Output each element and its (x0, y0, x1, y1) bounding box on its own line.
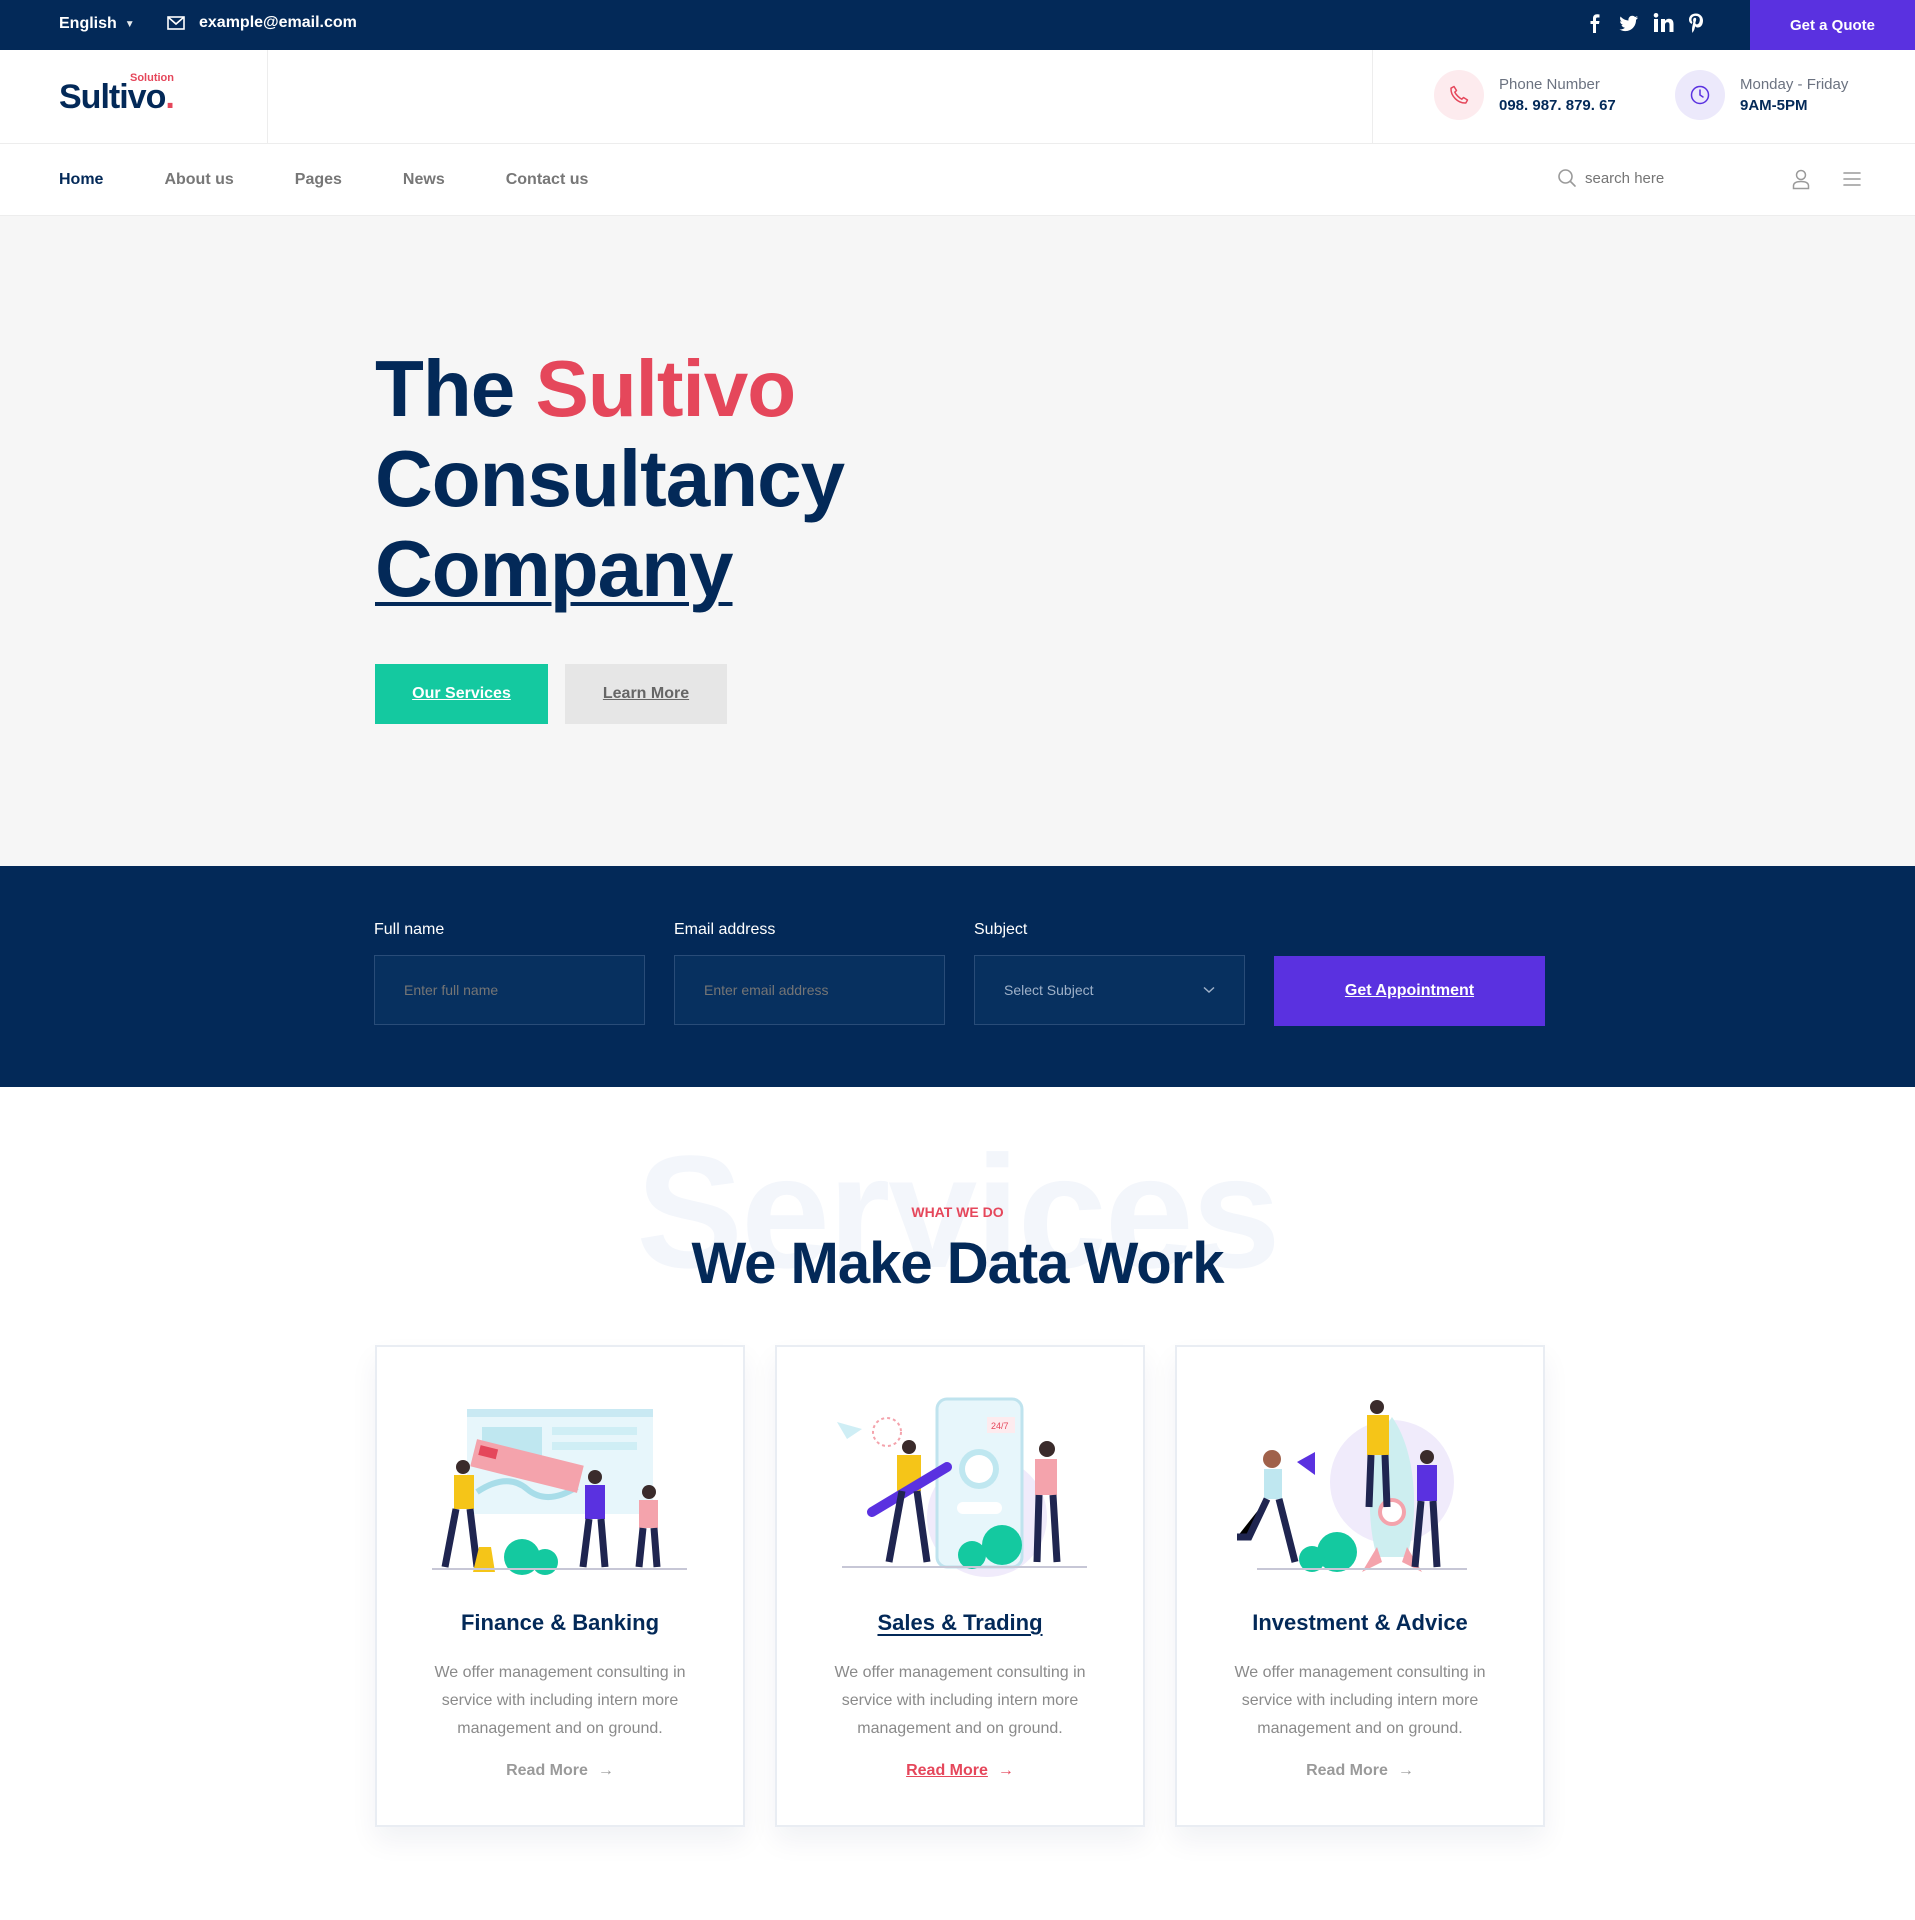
full-name-box (374, 955, 645, 1025)
service-card-text: We offer management consulting in servic… (1234, 1664, 1486, 1737)
our-services-button[interactable]: Our Services (375, 664, 548, 724)
sales-illustration: 24/7 (837, 1397, 1087, 1577)
hours-contact: Monday - Friday 9AM-5PM (1675, 70, 1848, 120)
user-icon[interactable] (1791, 168, 1811, 190)
linkedin-icon[interactable] (1653, 12, 1674, 34)
get-appointment-button[interactable]: Get Appointment (1274, 956, 1545, 1026)
full-name-field: Full name (374, 921, 645, 1025)
header-divider (267, 50, 268, 144)
phone-label: Phone Number (1499, 76, 1600, 93)
nav-item-home[interactable]: Home (59, 171, 103, 189)
arrow-right-icon: → (1397, 1762, 1414, 1779)
subject-field: Subject Select Subject (974, 921, 1245, 1025)
facebook-icon[interactable] (1585, 12, 1605, 34)
language-label: English (59, 15, 117, 32)
hero-title-brand: Sultivo (535, 344, 796, 433)
service-card-title: Investment & Advice (1252, 1610, 1468, 1635)
email-address-field: Email address (674, 921, 945, 1025)
menu-icon[interactable] (1842, 170, 1862, 188)
hero-title-line2: Consultancy (375, 434, 845, 523)
search-input[interactable] (1585, 169, 1715, 187)
search-box (1557, 168, 1715, 188)
site-header: Sultivo. Solution Phone Number 098. 987.… (0, 50, 1915, 144)
email-address-box (674, 955, 945, 1025)
logo[interactable]: Sultivo. Solution (59, 72, 175, 117)
chevron-down-icon: ▼ (124, 18, 135, 30)
social-links (1585, 12, 1707, 34)
phone-value: 098. 987. 879. 67 (1499, 97, 1616, 114)
learn-more-button[interactable]: Learn More (565, 664, 727, 724)
finance-illustration (432, 1409, 687, 1575)
get-quote-button[interactable]: Get a Quote (1750, 0, 1915, 50)
hero-heading: The Sultivo Consultancy Company (375, 344, 845, 614)
language-selector[interactable]: English ▼ (59, 15, 135, 33)
service-card-title: Sales & Trading (877, 1610, 1043, 1635)
subject-select[interactable]: Select Subject (974, 955, 1245, 1025)
email-text: example@email.com (199, 14, 357, 31)
svg-text:24/7: 24/7 (991, 1421, 1009, 1431)
arrow-right-icon: → (997, 1762, 1014, 1779)
read-more-label: Read More (1306, 1762, 1388, 1779)
investment-illustration (1237, 1400, 1467, 1572)
top-bar: English ▼ example@email.com Get a Quote (0, 0, 1915, 50)
service-card-text: We offer management consulting in servic… (434, 1664, 686, 1737)
mail-icon (167, 16, 185, 30)
phone-icon (1434, 70, 1484, 120)
subject-label: Subject (974, 921, 1028, 938)
nav-links: Home About us Pages News Contact us (59, 171, 588, 189)
email-address-input[interactable] (704, 982, 904, 998)
twitter-icon[interactable] (1619, 12, 1639, 34)
read-more-link[interactable]: Read More → (377, 1762, 743, 1780)
clock-icon (1675, 70, 1725, 120)
nav-item-pages[interactable]: Pages (295, 171, 342, 189)
service-card-sales[interactable]: 24/7 Sales & Trading We offer management… (775, 1345, 1145, 1827)
read-more-link[interactable]: Read More → (1177, 1762, 1543, 1780)
service-card-title: Finance & Banking (460, 1610, 660, 1635)
hours-value: 9AM-5PM (1740, 97, 1808, 114)
pinterest-icon[interactable] (1687, 12, 1707, 34)
search-icon[interactable] (1557, 168, 1577, 188)
full-name-label: Full name (374, 921, 445, 938)
full-name-input[interactable] (404, 982, 604, 998)
header-divider (1372, 50, 1373, 144)
section-eyebrow: WHAT WE DO (911, 1204, 1004, 1220)
service-card-investment[interactable]: Investment & Advice We offer management … (1175, 1345, 1545, 1827)
section-title: We Make Data Work (691, 1231, 1224, 1296)
email-address-label: Email address (674, 921, 776, 938)
read-more-label: Read More (506, 1762, 588, 1779)
read-more-label: Read More (906, 1762, 988, 1779)
nav-item-contact[interactable]: Contact us (506, 171, 589, 189)
phone-contact[interactable]: Phone Number 098. 987. 879. 67 (1434, 70, 1616, 120)
subject-value: Select Subject (1004, 982, 1094, 998)
read-more-link[interactable]: Read More → (777, 1762, 1143, 1780)
chevron-down-icon (1203, 986, 1215, 994)
hero-title-line3: Company (375, 524, 733, 613)
service-card-finance[interactable]: Finance & Banking We offer management co… (375, 1345, 745, 1827)
logo-subtitle: Solution (130, 72, 174, 84)
hero-title-part: The (375, 344, 536, 433)
hours-label: Monday - Friday (1740, 76, 1849, 93)
service-card-text: We offer management consulting in servic… (834, 1664, 1086, 1737)
main-nav: Home About us Pages News Contact us (0, 144, 1915, 216)
hero-section: The Sultivo Consultancy Company Our Serv… (0, 216, 1915, 866)
nav-item-news[interactable]: News (403, 171, 445, 189)
arrow-right-icon: → (597, 1762, 614, 1779)
appointment-form: Full name Email address Subject Select S… (0, 866, 1915, 1087)
email-link[interactable]: example@email.com (167, 14, 357, 32)
nav-item-about[interactable]: About us (164, 171, 233, 189)
